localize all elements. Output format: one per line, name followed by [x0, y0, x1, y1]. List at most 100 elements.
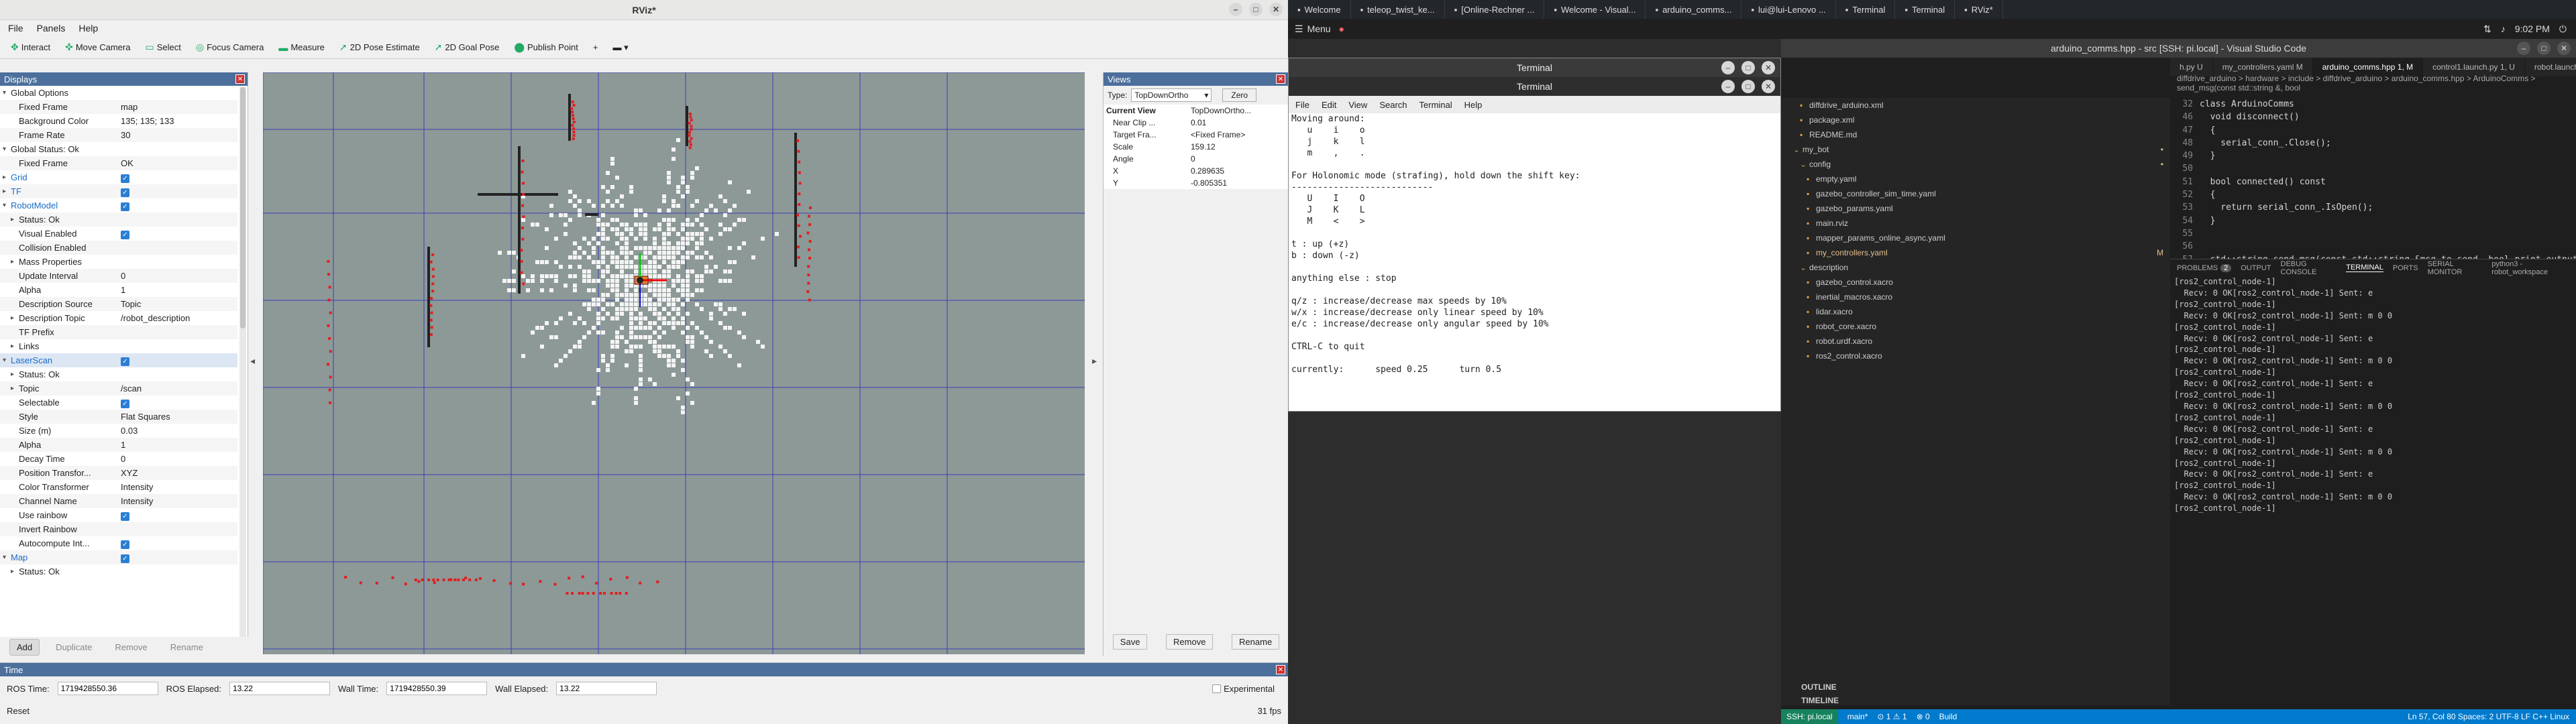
outline-section[interactable]: OUTLINE	[1781, 680, 1837, 695]
view-rename-button[interactable]: Rename	[1232, 634, 1280, 650]
display-value[interactable]: ✓	[121, 200, 237, 211]
integrated-terminal[interactable]: [ros2_control_node-1] Recv: 0 OK[ros2_co…	[2170, 276, 2576, 705]
display-row[interactable]: Background Color 135; 135; 133	[0, 114, 237, 128]
view-property-value[interactable]: 0.01	[1191, 118, 1288, 127]
collapse-right-icon[interactable]: ▸	[1092, 355, 1097, 367]
display-row[interactable]: Visual Enabled ✓	[0, 227, 237, 241]
display-row[interactable]: ▸ Status: Ok	[0, 564, 237, 579]
terminal-output[interactable]: Moving around: u i o j k l m , . For Holo…	[1289, 113, 1780, 375]
remove-button[interactable]: Remove	[108, 640, 154, 655]
taskbar-window-item[interactable]: ▪ Welcome - Visual...	[1544, 0, 1646, 19]
close-icon[interactable]: ✕	[1762, 61, 1775, 74]
tool-publish-point[interactable]: ⬤ Publish Point	[508, 39, 584, 56]
add-button[interactable]: Add	[9, 638, 40, 656]
view-property-value[interactable]: TopDownOrtho...	[1191, 106, 1288, 115]
display-value[interactable]: map	[121, 102, 237, 112]
expand-arrow-icon[interactable]: ▸	[11, 258, 19, 265]
explorer-item[interactable]: ▪ ros2_control.xacro	[1781, 349, 2170, 363]
panel-tab[interactable]: OUTPUT	[2241, 264, 2271, 272]
terminal-menu-item[interactable]: Search	[1379, 100, 1407, 110]
display-row[interactable]: Frame Rate 30	[0, 128, 237, 142]
volume-icon[interactable]: ♪	[2501, 23, 2506, 34]
explorer-item[interactable]: ▪ diffdrive_arduino.xml	[1781, 98, 2170, 113]
view-property-row[interactable]: Current View TopDownOrtho...	[1104, 105, 1288, 117]
tool-select[interactable]: ▭ Select	[140, 39, 186, 56]
explorer-item[interactable]: ⌄ config •	[1781, 157, 2170, 172]
display-row[interactable]: Style Flat Squares	[0, 410, 237, 424]
build-button[interactable]: Build	[1939, 712, 1957, 721]
explorer-item[interactable]: ▪ my_controllers.yaml M	[1781, 245, 2170, 260]
view-property-value[interactable]: <Fixed Frame>	[1191, 130, 1288, 139]
menu-file[interactable]: File	[8, 23, 23, 34]
display-value[interactable]: ✓	[121, 186, 237, 197]
display-row[interactable]: Decay Time 0	[0, 452, 237, 466]
display-row[interactable]: Fixed Frame OK	[0, 156, 237, 170]
close-icon[interactable]: ✕	[1762, 80, 1775, 93]
explorer-item[interactable]: ▪ README.md	[1781, 127, 2170, 142]
display-row[interactable]: Autocompute Int... ✓	[0, 536, 237, 550]
display-value[interactable]: 0	[121, 271, 237, 281]
display-row[interactable]: ▾ RobotModel ✓	[0, 198, 237, 213]
timeline-section[interactable]: TIMELINE	[1781, 693, 1839, 708]
network-icon[interactable]: ⇅	[2483, 23, 2491, 35]
map-render[interactable]	[262, 72, 1085, 654]
display-value[interactable]: 30	[121, 130, 237, 140]
remote-indicator[interactable]: SSH: pi.local	[1781, 709, 1838, 724]
ros-time-field[interactable]	[57, 682, 158, 695]
display-row[interactable]: Use rainbow ✓	[0, 508, 237, 522]
checkbox[interactable]: ✓	[121, 202, 129, 211]
explorer-item[interactable]: ▪ robot_core.xacro	[1781, 319, 2170, 334]
display-value[interactable]: XYZ	[121, 468, 237, 478]
view-property-row[interactable]: Scale 159.12	[1104, 141, 1288, 153]
taskbar-window-item[interactable]: ▪ teleop_twist_ke...	[1351, 0, 1445, 19]
display-row[interactable]: Fixed Frame map	[0, 100, 237, 114]
display-row[interactable]: ▾ LaserScan ✓	[0, 353, 237, 367]
tool-2d-goal-pose[interactable]: ➚ 2D Goal Pose	[429, 39, 505, 56]
display-row[interactable]: ▸ TF ✓	[0, 184, 237, 198]
editor-position[interactable]: Ln 57, Col 80 Spaces: 2 UTF-8 LF C++ Lin…	[2408, 712, 2569, 721]
display-row[interactable]: Size (m) 0.03	[0, 424, 237, 438]
display-row[interactable]: Selectable ✓	[0, 396, 237, 410]
view-remove-button[interactable]: Remove	[1166, 634, 1214, 650]
explorer-item[interactable]: ⌄ description	[1781, 260, 2170, 275]
display-row[interactable]: ▸ Mass Properties	[0, 255, 237, 269]
display-value[interactable]: Topic	[121, 299, 237, 309]
close-icon[interactable]: ✕	[1276, 665, 1285, 674]
expand-arrow-icon[interactable]: ▸	[3, 188, 11, 195]
problems-status[interactable]: ⊗ 0	[1917, 712, 1930, 721]
maximize-icon[interactable]: □	[1249, 3, 1263, 16]
reset-button[interactable]: Reset	[7, 706, 30, 716]
display-value[interactable]: 135; 135; 133	[121, 116, 237, 126]
close-icon[interactable]: ✕	[2557, 42, 2571, 55]
display-row[interactable]: Update Interval 0	[0, 269, 237, 283]
wall-time-field[interactable]	[386, 682, 488, 695]
panel-tab[interactable]: PORTS	[2393, 264, 2418, 272]
save-button[interactable]: Save	[1112, 634, 1148, 650]
tool-measure[interactable]: ▬ Measure	[273, 40, 330, 56]
explorer-item[interactable]: ▪ inertial_macros.xacro	[1781, 290, 2170, 304]
expand-arrow-icon[interactable]: ▸	[11, 371, 19, 378]
display-row[interactable]: Invert Rainbow	[0, 522, 237, 536]
display-row[interactable]: Collision Enabled	[0, 241, 237, 255]
display-value[interactable]: ✓	[121, 510, 237, 521]
maximize-icon[interactable]: □	[1741, 61, 1755, 74]
menu-panels[interactable]: Panels	[37, 23, 66, 34]
display-value[interactable]: 0.03	[121, 426, 237, 436]
expand-arrow-icon[interactable]: ▸	[11, 216, 19, 223]
display-row[interactable]: Description Source Topic	[0, 297, 237, 311]
add-tool-icon[interactable]: +	[588, 40, 604, 55]
display-value[interactable]: 0	[121, 454, 237, 464]
tool-interact[interactable]: ✥ Interact	[5, 39, 56, 56]
display-value[interactable]: 1	[121, 440, 237, 450]
expand-arrow-icon[interactable]: ▸	[11, 385, 19, 392]
clock[interactable]: 9:02 PM	[2515, 23, 2550, 34]
checkbox[interactable]: ✓	[121, 188, 129, 197]
display-row[interactable]: Position Transfor... XYZ	[0, 466, 237, 480]
view-type-select[interactable]: TopDownOrtho ▾	[1131, 88, 1212, 102]
display-value[interactable]: ✓	[121, 229, 237, 239]
minimize-icon[interactable]: –	[1229, 3, 1242, 16]
view-property-row[interactable]: Target Fra... <Fixed Frame>	[1104, 129, 1288, 141]
view-property-value[interactable]: -0.805351	[1191, 178, 1288, 188]
tool-move-camera[interactable]: ✜ Move Camera	[60, 39, 136, 56]
explorer-item[interactable]: ▪ robot.urdf.xacro	[1781, 334, 2170, 349]
